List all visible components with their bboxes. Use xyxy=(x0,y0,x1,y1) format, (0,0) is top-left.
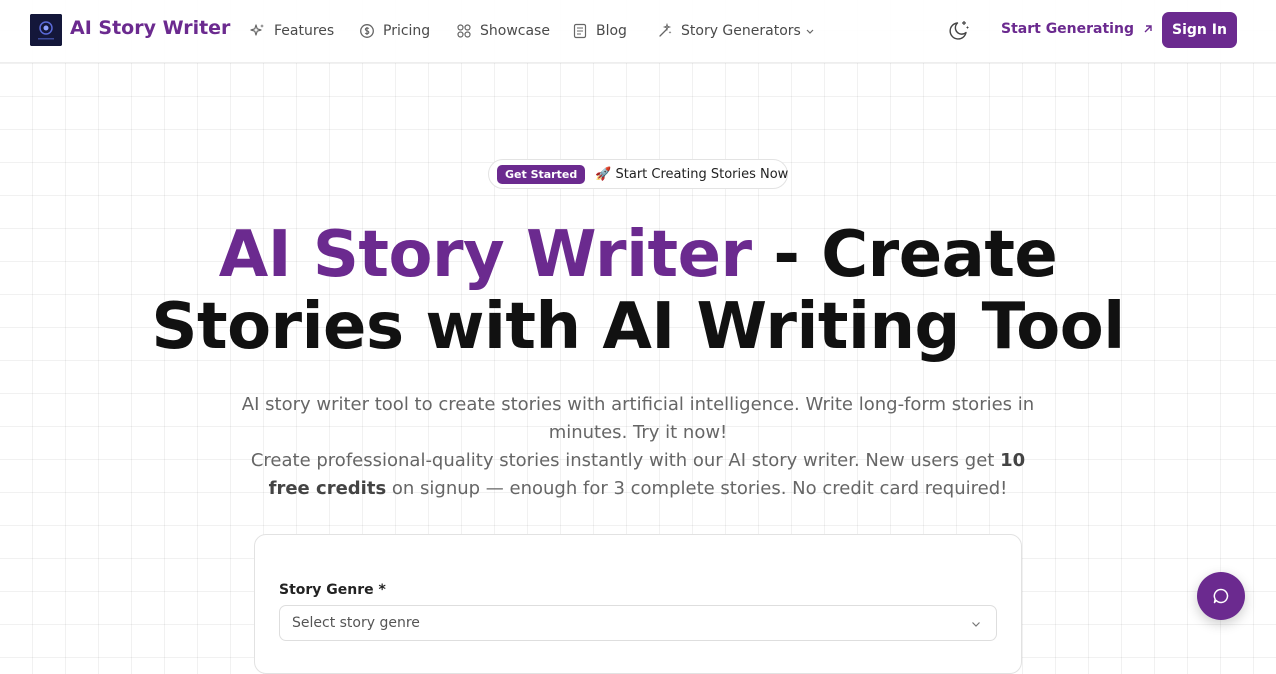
hero-title: AI Story Writer - Create Stories with AI… xyxy=(0,219,1276,363)
nav-features[interactable]: Features xyxy=(250,21,334,41)
hero-subtitle-pre: Create professional-quality stories inst… xyxy=(250,450,995,471)
nav-blog[interactable]: Blog xyxy=(572,21,627,41)
grid-icon xyxy=(456,23,472,39)
document-icon xyxy=(572,23,588,39)
story-genre-select[interactable]: Select story genre xyxy=(279,605,997,641)
theme-toggle-moon-icon[interactable] xyxy=(947,18,971,42)
chat-button[interactable] xyxy=(1197,572,1245,620)
site-header: AI Story Writer Features Pricing Showcas… xyxy=(0,0,1276,63)
hero-title-line2: Stories with AI Writing Tool xyxy=(151,290,1125,364)
chat-bubble-icon xyxy=(1212,587,1230,605)
nav-features-label: Features xyxy=(274,23,335,39)
nav-pricing-label: Pricing xyxy=(383,23,431,39)
nav-blog-label: Blog xyxy=(596,23,627,39)
chevron-down-icon xyxy=(970,618,982,630)
hero-subtitle-post: on signup — enough for 3 complete storie… xyxy=(386,478,1008,499)
sparkles-icon xyxy=(250,23,266,39)
nav-showcase[interactable]: Showcase xyxy=(456,21,550,41)
arrow-up-right-icon xyxy=(1142,23,1154,35)
logo-icon[interactable] xyxy=(30,14,62,46)
chevron-down-icon xyxy=(805,26,815,36)
sign-in-button[interactable]: Sign In xyxy=(1162,12,1237,48)
hero-subtitle-line2: Create professional-quality stories inst… xyxy=(238,447,1038,503)
get-started-badge: Get Started xyxy=(497,164,586,184)
nav-showcase-label: Showcase xyxy=(480,23,550,39)
story-genre-placeholder: Select story genre xyxy=(292,615,420,631)
hero-subtitle: AI story writer tool to create stories w… xyxy=(238,391,1038,503)
hero-title-rest: - Create xyxy=(751,218,1058,292)
start-generating-link[interactable]: Start Generating xyxy=(1001,21,1154,37)
hero-title-accent: AI Story Writer xyxy=(218,218,752,292)
hero-title-line1: AI Story Writer - Create xyxy=(0,219,1276,291)
story-form-card: Story Genre * Select story genre xyxy=(254,534,1022,674)
nav-story-generators[interactable]: Story Generators xyxy=(657,21,815,41)
start-creating-text: 🚀 Start Creating Stories Now xyxy=(595,166,789,182)
brand-name[interactable]: AI Story Writer xyxy=(70,17,230,39)
story-genre-label: Story Genre * xyxy=(279,582,386,598)
nav-story-generators-label: Story Generators xyxy=(681,23,801,39)
hero-subtitle-line1: AI story writer tool to create stories w… xyxy=(241,394,1035,443)
magic-wand-icon xyxy=(657,23,673,39)
nav-pricing[interactable]: Pricing xyxy=(359,21,430,41)
start-generating-label: Start Generating xyxy=(1001,21,1134,37)
coin-icon xyxy=(359,23,375,39)
get-started-pill[interactable]: Get Started 🚀 Start Creating Stories Now xyxy=(488,159,788,189)
